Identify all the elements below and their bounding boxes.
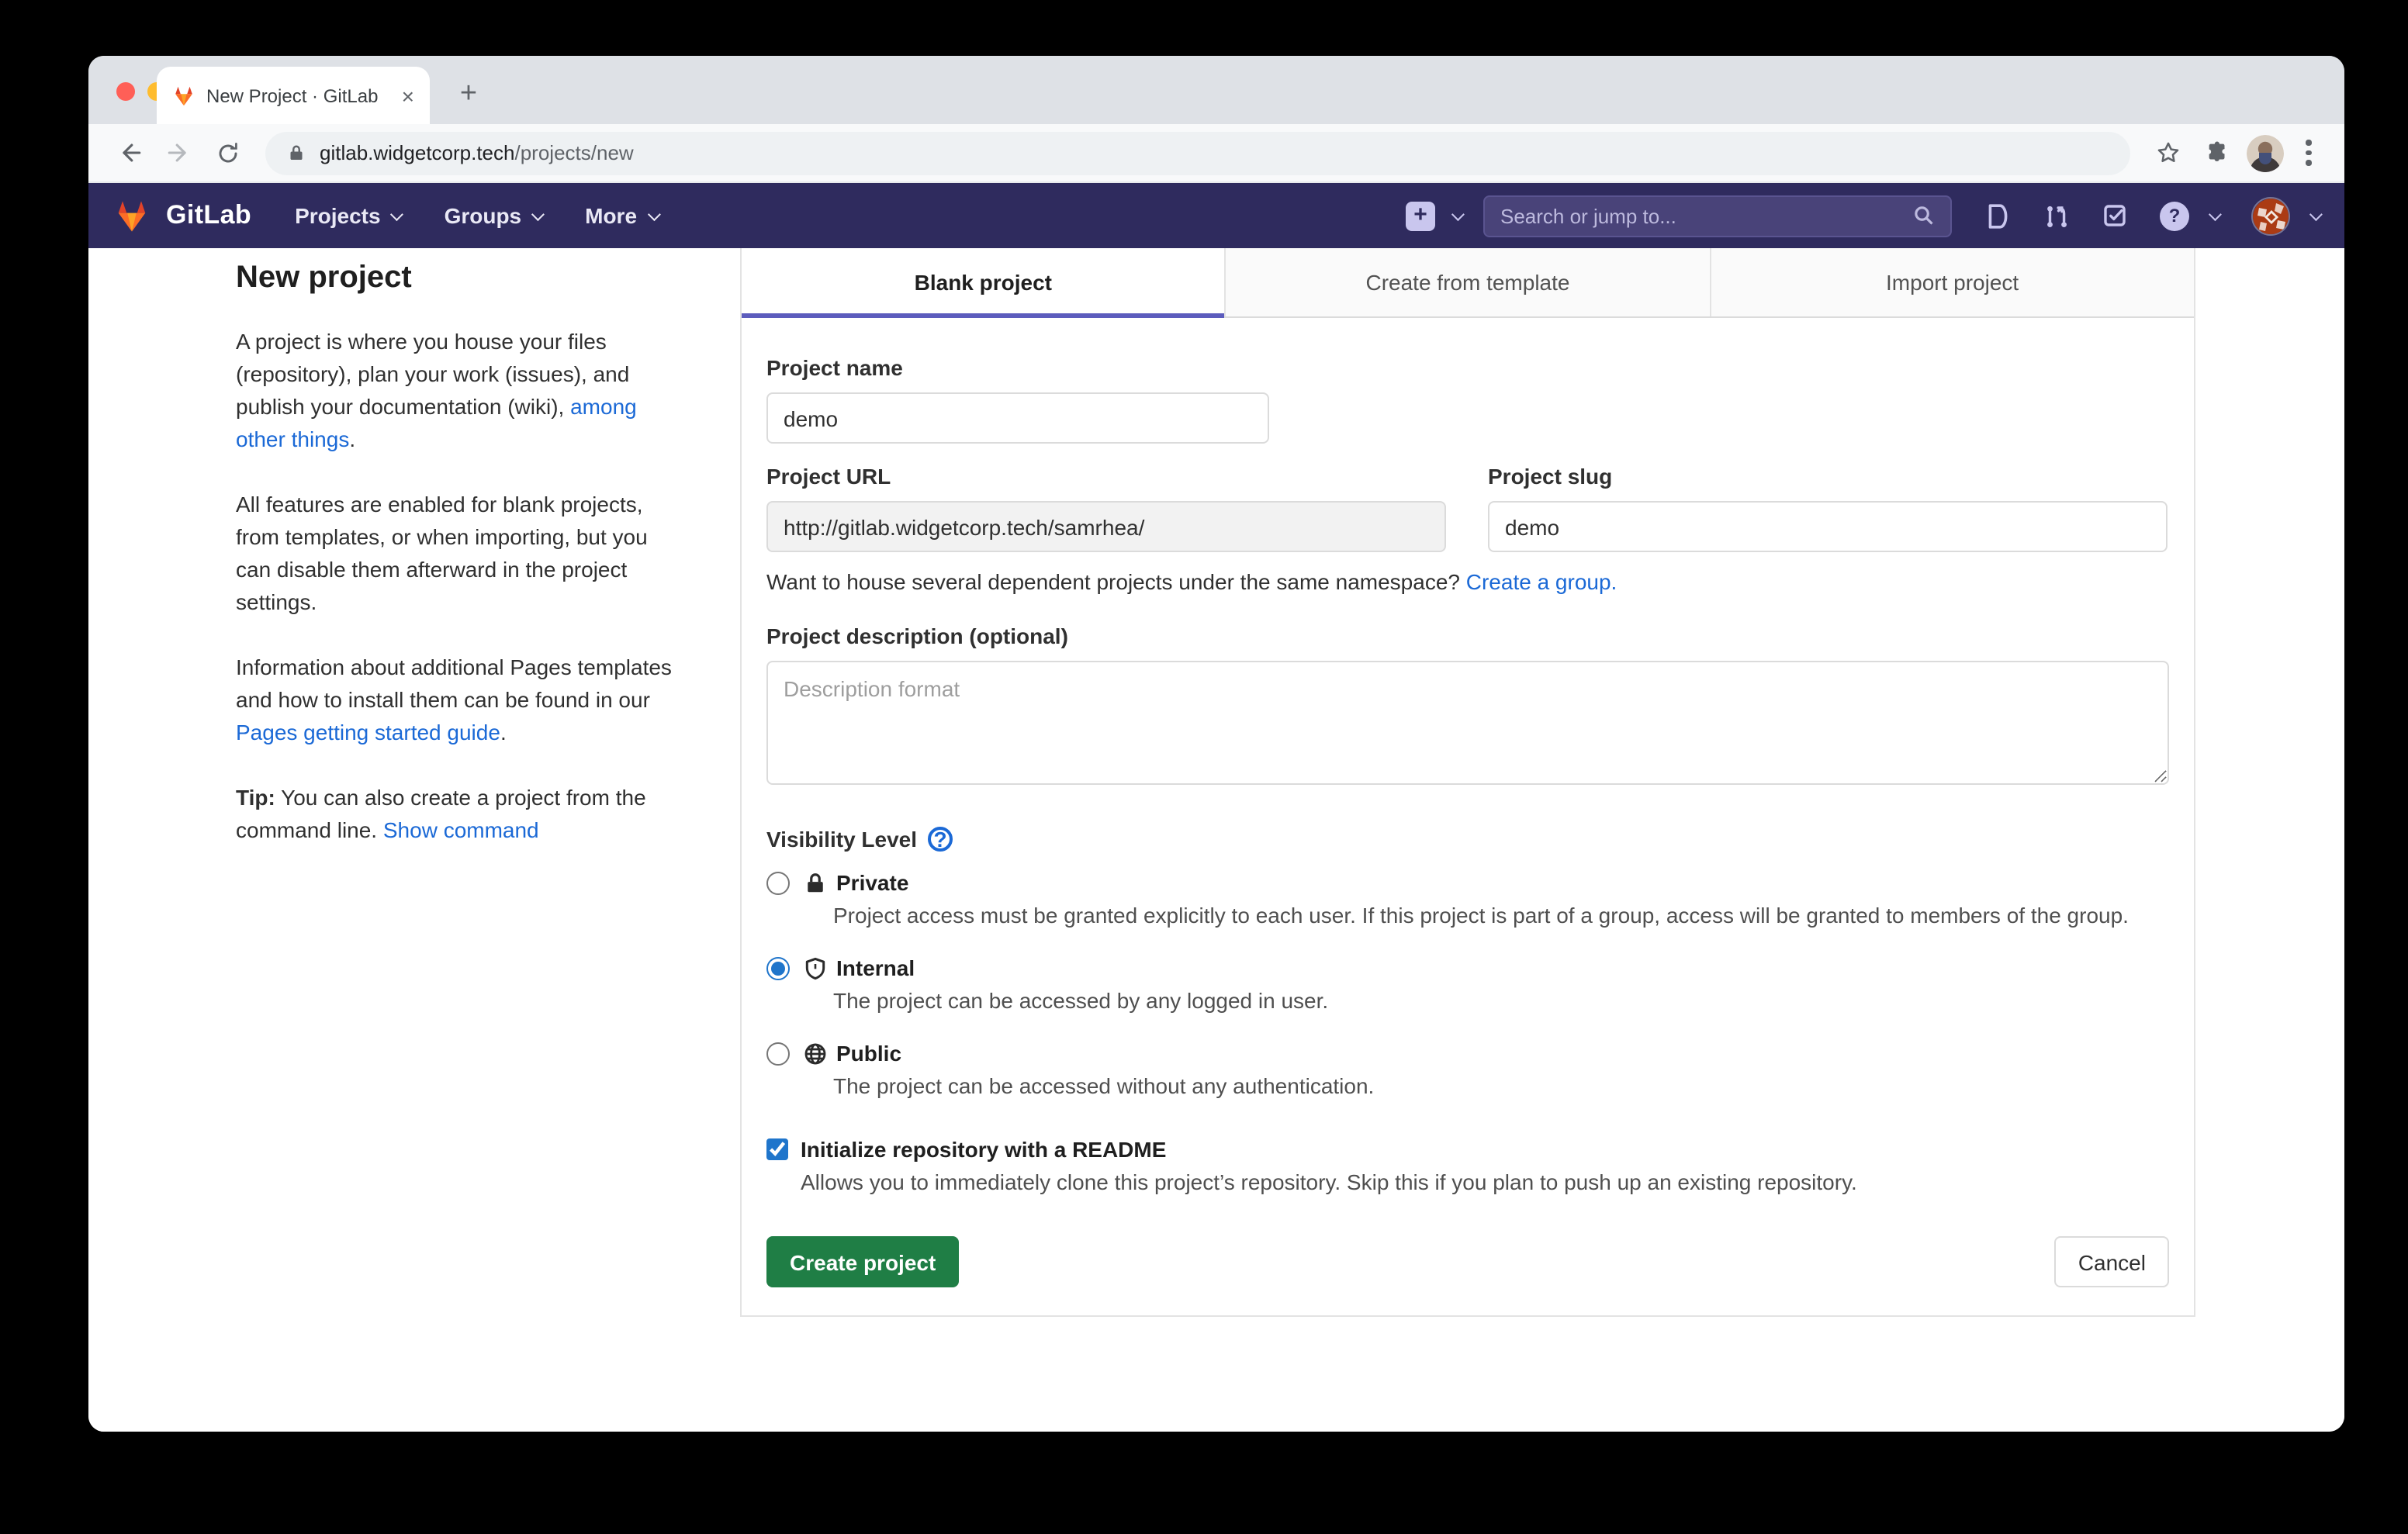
extensions-puzzle-icon[interactable] — [2197, 133, 2237, 173]
new-menu-plus-icon[interactable]: + — [1406, 201, 1435, 230]
blank-project-form: Project name Project URL Project slug Wa… — [742, 318, 2194, 1315]
chevron-down-icon — [2209, 208, 2222, 221]
project-description-textarea[interactable] — [766, 661, 2169, 785]
address-bar[interactable]: gitlab.widgetcorp.tech/projects/new — [265, 131, 2130, 174]
tab-import-project[interactable]: Import project — [1711, 248, 2194, 316]
readme-option: Initialize repository with a README Allo… — [766, 1137, 2169, 1199]
gitlab-favicon-icon — [172, 85, 195, 106]
readme-description: Allows you to immediately clone this pro… — [801, 1166, 2135, 1199]
browser-menu-icon[interactable] — [2293, 133, 2324, 173]
public-radio[interactable] — [766, 1042, 790, 1065]
visibility-help-icon[interactable]: ? — [928, 827, 953, 852]
browser-tab[interactable]: New Project · GitLab × — [157, 67, 430, 124]
search-input[interactable] — [1500, 204, 1913, 227]
help-icon: ? — [2160, 201, 2189, 230]
close-window-button[interactable] — [116, 82, 135, 101]
forward-icon — [160, 134, 197, 171]
pages-paragraph: Information about additional Pages templ… — [236, 651, 673, 749]
chevron-down-icon — [531, 208, 545, 221]
pages-guide-link[interactable]: Pages getting started guide — [236, 720, 500, 745]
close-tab-icon[interactable]: × — [399, 83, 417, 108]
project-url-label: Project URL — [766, 464, 1446, 489]
new-project-panel: Blank project Create from template Impor… — [740, 248, 2195, 1317]
shield-icon — [804, 956, 827, 979]
global-search[interactable] — [1483, 195, 1952, 237]
ssl-lock-icon[interactable] — [287, 143, 306, 163]
chevron-down-icon — [647, 208, 660, 221]
project-name-label: Project name — [766, 355, 2169, 380]
gitlab-tanuki-icon — [113, 198, 150, 233]
create-project-button[interactable]: Create project — [766, 1236, 959, 1287]
tab-title: New Project · GitLab — [206, 85, 399, 106]
new-tab-button[interactable]: + — [448, 74, 489, 115]
project-url-input[interactable] — [766, 501, 1446, 552]
browser-window: New Project · GitLab × + gitlab.widgetco… — [88, 56, 2344, 1432]
new-project-sidebar: New project A project is where you house… — [236, 254, 673, 879]
show-command-link[interactable]: Show command — [383, 817, 539, 842]
project-name-input[interactable] — [766, 392, 1269, 444]
project-slug-label: Project slug — [1488, 464, 2168, 489]
nav-menu-projects[interactable]: Projects — [295, 203, 401, 228]
project-type-tabs: Blank project Create from template Impor… — [742, 248, 2194, 318]
visibility-level-heading: Visibility Level ? — [766, 827, 2169, 852]
project-description-label: Project description (optional) — [766, 624, 2169, 648]
bookmark-star-icon[interactable] — [2147, 133, 2188, 173]
tab-blank-project[interactable]: Blank project — [742, 248, 1226, 316]
visibility-option-public: Public The project can be accessed witho… — [766, 1041, 2169, 1103]
gitlab-navbar: GitLab Projects Groups More + — [88, 183, 2344, 248]
project-slug-input[interactable] — [1488, 501, 2168, 552]
browser-tabstrip: New Project · GitLab × + — [88, 56, 2344, 124]
page-title: New project — [236, 254, 673, 301]
nav-menu-more[interactable]: More — [585, 203, 657, 228]
intro-paragraph: A project is where you house your files … — [236, 326, 673, 456]
visibility-option-internal: Internal The project can be accessed by … — [766, 955, 2169, 1017]
visibility-option-private: Private Project access must be granted e… — [766, 870, 2169, 932]
help-menu[interactable]: ? — [2160, 201, 2219, 230]
cancel-button[interactable]: Cancel — [2055, 1236, 2169, 1287]
reload-icon[interactable] — [209, 134, 247, 171]
private-radio[interactable] — [766, 871, 790, 894]
page-content: New project A project is where you house… — [88, 248, 2344, 1432]
search-icon — [1913, 205, 1935, 226]
user-menu-chevron-icon[interactable] — [2299, 211, 2320, 220]
features-paragraph: All features are enabled for blank proje… — [236, 489, 673, 619]
nav-menu-groups[interactable]: Groups — [445, 203, 542, 228]
tip-paragraph: Tip: You can also create a project from … — [236, 782, 673, 847]
namespace-hint: Want to house several dependent projects… — [766, 569, 2169, 594]
public-description: The project can be accessed without any … — [833, 1070, 2168, 1103]
screen: New Project · GitLab × + gitlab.widgetco… — [0, 0, 2408, 1534]
tab-create-from-template[interactable]: Create from template — [1226, 248, 1711, 316]
todos-icon[interactable] — [2102, 203, 2127, 228]
browser-toolbar: gitlab.widgetcorp.tech/projects/new — [88, 124, 2344, 183]
back-icon[interactable] — [110, 134, 147, 171]
merge-requests-icon[interactable] — [2043, 202, 2070, 229]
url-text: gitlab.widgetcorp.tech/projects/new — [320, 141, 634, 164]
lock-icon — [804, 871, 827, 894]
user-avatar[interactable] — [2251, 196, 2290, 235]
globe-icon — [804, 1042, 827, 1065]
gitlab-wordmark: GitLab — [166, 200, 251, 231]
internal-radio[interactable] — [766, 956, 790, 979]
browser-profile-avatar[interactable] — [2247, 134, 2284, 171]
private-description: Project access must be granted explicitl… — [833, 900, 2168, 932]
readme-checkbox[interactable] — [766, 1138, 788, 1160]
new-menu-chevron-icon[interactable] — [1441, 211, 1462, 220]
create-group-link[interactable]: Create a group. — [1466, 569, 1617, 594]
gitlab-logo[interactable]: GitLab — [113, 198, 251, 233]
chevron-down-icon — [390, 208, 403, 221]
issues-icon[interactable] — [1984, 202, 2011, 229]
internal-description: The project can be accessed by any logge… — [833, 985, 2168, 1017]
